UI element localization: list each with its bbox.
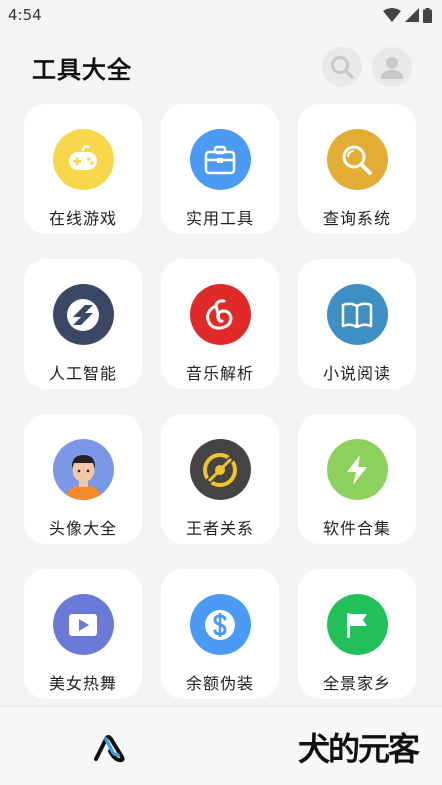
ai-logo-icon	[67, 298, 99, 331]
tool-label: 软件合集	[322, 519, 391, 538]
tool-card-balance-fake[interactable]: 余额伪装	[161, 569, 279, 699]
tool-label: 美女热舞	[48, 674, 117, 693]
status-time: 4:54	[8, 6, 42, 24]
tool-icon-circle	[52, 439, 114, 500]
tool-label: 查询系统	[322, 209, 391, 228]
tool-icon-circle	[326, 129, 388, 190]
search-icon	[331, 56, 354, 79]
tool-label: 实用工具	[185, 209, 254, 228]
tool-label: 头像大全	[48, 519, 117, 538]
tool-icon-circle	[326, 594, 388, 655]
tool-card-novels[interactable]: 小说阅读	[298, 259, 416, 389]
signal-icon	[405, 8, 419, 22]
tool-grid: 在线游戏 实用工具 查询系统 人工智能 音乐解析 小说阅读 头像大全 王者关系 …	[24, 104, 420, 699]
tool-card-ai[interactable]: 人工智能	[24, 259, 142, 389]
dollar-icon	[205, 609, 235, 640]
tool-label: 全景家乡	[322, 674, 391, 693]
magnifier-icon	[342, 145, 372, 175]
watermark: 犬的元客	[298, 725, 434, 769]
tool-card-kings-relations[interactable]: 王者关系	[161, 414, 279, 544]
wifi-icon	[383, 8, 401, 22]
tool-icon-circle	[326, 284, 388, 345]
video-play-icon	[69, 613, 97, 636]
user-icon	[381, 57, 403, 79]
flag-icon	[347, 612, 367, 638]
tool-card-avatars[interactable]: 头像大全	[24, 414, 142, 544]
tool-card-online-games[interactable]: 在线游戏	[24, 104, 142, 234]
profile-button[interactable]	[372, 47, 412, 87]
status-icons	[383, 7, 432, 23]
app-logo-icon	[94, 735, 125, 763]
tool-label: 王者关系	[185, 519, 254, 538]
tool-label: 人工智能	[48, 364, 117, 383]
tool-card-query-system[interactable]: 查询系统	[298, 104, 416, 234]
netease-music-icon	[206, 298, 233, 330]
book-icon	[341, 301, 373, 328]
tool-icon-circle	[52, 129, 114, 190]
status-bar: 4:54	[0, 0, 442, 30]
tool-card-dance[interactable]: 美女热舞	[24, 569, 142, 699]
avatar-icon	[64, 455, 102, 500]
tool-icon-circle	[189, 439, 251, 500]
gamepad-icon	[69, 144, 97, 170]
tool-icon-circle	[52, 594, 114, 655]
toolbox-icon	[204, 145, 236, 174]
tool-icon-circle	[52, 284, 114, 345]
nav-home-button[interactable]	[92, 729, 128, 765]
tool-icon-circle	[326, 439, 388, 500]
tool-icon-circle	[189, 284, 251, 345]
tool-label: 在线游戏	[48, 209, 117, 228]
tool-label: 音乐解析	[185, 364, 254, 383]
watermark-text: 犬的元客	[298, 730, 420, 768]
tool-card-software[interactable]: 软件合集	[298, 414, 416, 544]
search-button[interactable]	[322, 47, 362, 87]
bottom-nav: 犬的元客	[0, 706, 442, 785]
lightning-icon	[347, 454, 367, 485]
tool-label: 余额伪装	[185, 674, 254, 693]
tool-label: 小说阅读	[322, 364, 391, 383]
tool-icon-circle	[189, 594, 251, 655]
header-actions	[322, 47, 412, 87]
tool-card-music[interactable]: 音乐解析	[161, 259, 279, 389]
header: 工具大全	[0, 40, 442, 94]
tool-card-hometown[interactable]: 全景家乡	[298, 569, 416, 699]
game-emblem-icon	[203, 452, 237, 487]
tool-card-utilities[interactable]: 实用工具	[161, 104, 279, 234]
tool-icon-circle	[189, 129, 251, 190]
page-title: 工具大全	[32, 55, 132, 84]
battery-icon	[423, 7, 432, 23]
